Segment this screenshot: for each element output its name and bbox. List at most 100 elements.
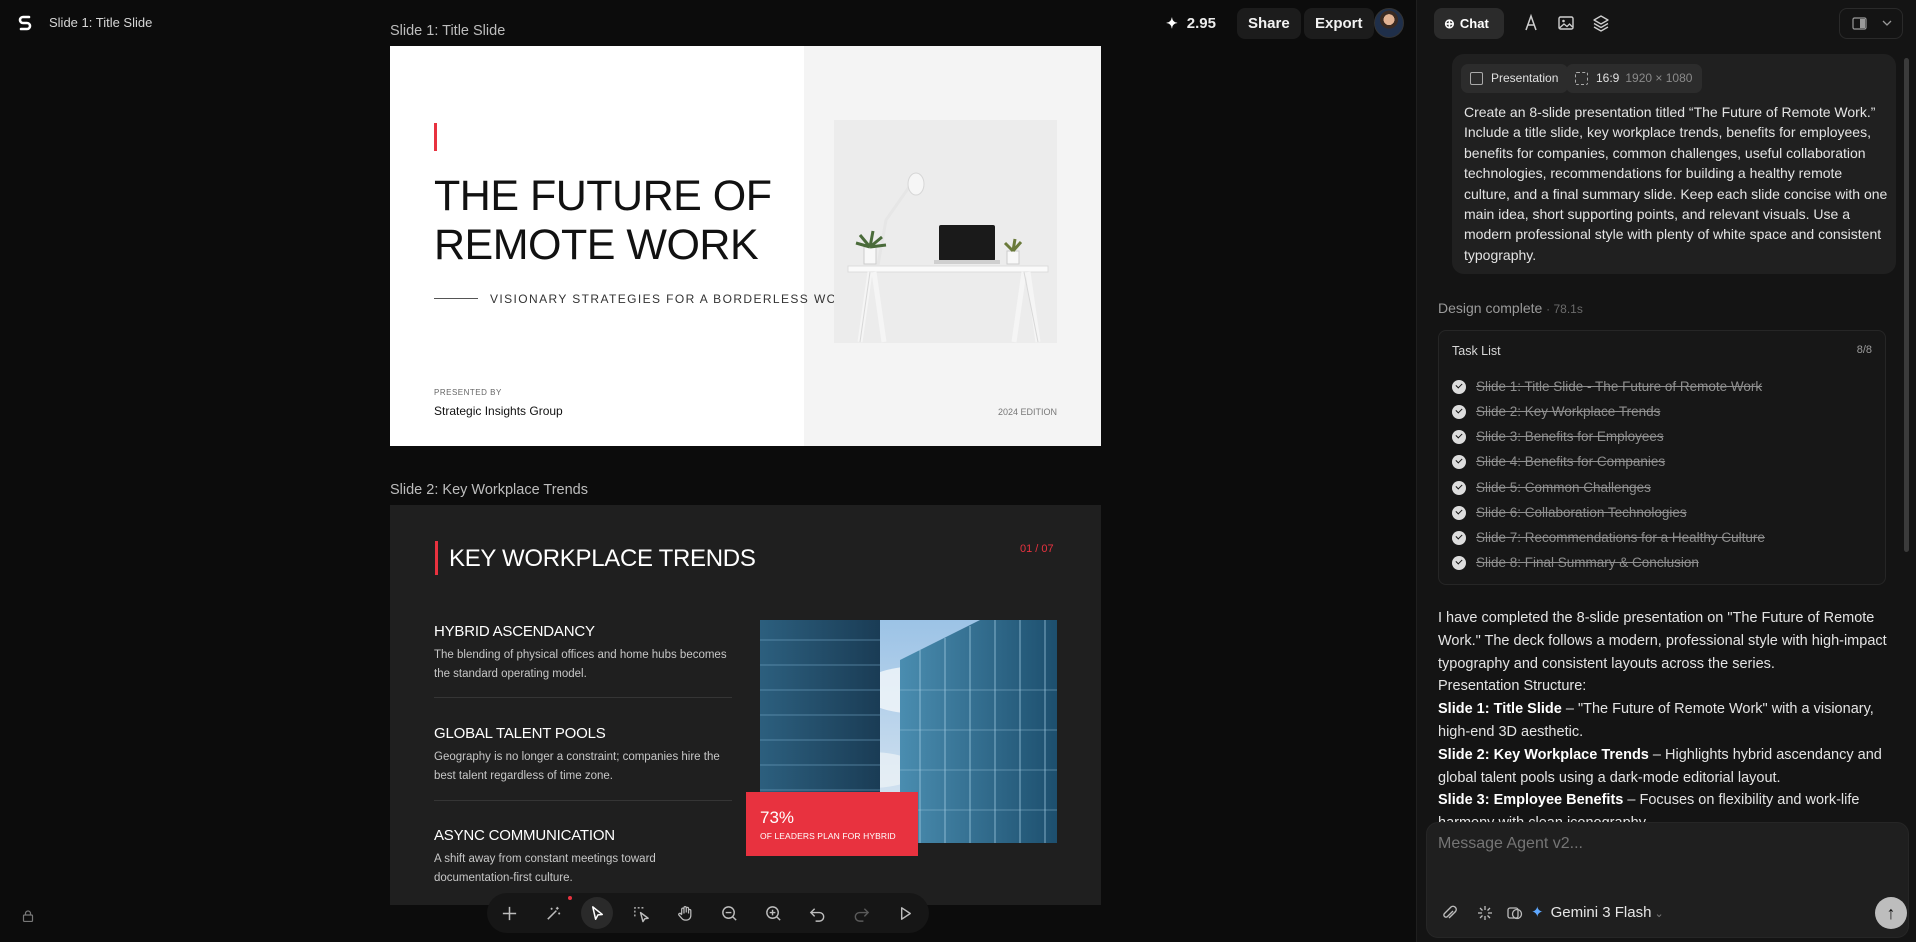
select-frame-icon[interactable] [625, 897, 657, 929]
slide-2-accent-bar [435, 541, 438, 575]
share-button[interactable]: Share [1237, 8, 1301, 39]
task-list-count: 8/8 [1856, 344, 1872, 356]
document-title: Slide 1: Title Slide [49, 15, 153, 30]
presented-by-label: PRESENTED BY [434, 388, 502, 397]
agent-chat-panel: ⊕ Chat Presentation 16:9 1920 × 1080 Creat… [1416, 0, 1916, 942]
slide-2-title: KEY WORKPLACE TRENDS [449, 545, 756, 572]
sparkle-effects-icon[interactable] [1475, 903, 1495, 923]
user-avatar[interactable] [1374, 8, 1404, 38]
check-icon [1452, 455, 1466, 469]
design-status-label: Design complete [1438, 300, 1543, 316]
chevron-down-icon: ⌄ [1654, 908, 1664, 920]
stat-callout: 73% OF LEADERS PLAN FOR HYBRID [746, 792, 918, 856]
structure-item: Slide 3: Employee Benefits – Focuses on … [1438, 789, 1890, 822]
task-label: Slide 4: Benefits for Companies [1476, 454, 1666, 469]
task-item: Slide 1: Title Slide - The Future of Rem… [1452, 378, 1762, 398]
presentation-chip[interactable]: Presentation [1461, 64, 1569, 93]
check-icon [1452, 556, 1466, 570]
task-label: Slide 5: Common Challenges [1476, 480, 1651, 495]
trend-heading: GLOBAL TALENT POOLS [434, 725, 606, 742]
user-prompt-bubble: Presentation 16:9 1920 × 1080 Create an 8… [1452, 54, 1896, 274]
add-icon[interactable] [493, 897, 525, 929]
image-icon[interactable] [1556, 13, 1576, 33]
typography-icon[interactable] [1521, 13, 1541, 33]
task-item: Slide 7: Recommendations for a Healthy C… [1452, 529, 1765, 549]
notification-dot [568, 896, 572, 900]
task-item: Slide 3: Benefits for Employees [1452, 428, 1664, 448]
task-label: Slide 2: Key Workplace Trends [1476, 404, 1661, 419]
send-button[interactable]: ↑ [1875, 897, 1907, 929]
chip-size-label: 1920 × 1080 [1625, 71, 1693, 85]
slide-1-canvas[interactable]: THE FUTURE OF REMOTE WORK VISIONARY STRA… [390, 46, 1101, 446]
task-label: Slide 6: Collaboration Technologies [1476, 505, 1687, 520]
layers-icon[interactable] [1591, 13, 1611, 33]
trend-text: Geography is no longer a constraint; com… [434, 751, 720, 782]
slide-counter: 01 / 07 [1020, 543, 1054, 555]
trend-text: A shift away from constant meetings towa… [434, 853, 656, 884]
task-item: Slide 2: Key Workplace Trends [1452, 403, 1660, 423]
redo-icon[interactable] [845, 897, 877, 929]
aspect-ratio-chip[interactable]: 16:9 1920 × 1080 [1566, 64, 1703, 93]
magic-wand-icon[interactable] [537, 897, 569, 929]
lock-icon[interactable] [22, 910, 34, 922]
chat-plus-icon: ⊕ [1444, 16, 1455, 31]
check-icon [1452, 380, 1466, 394]
chat-scrollbar[interactable] [1904, 58, 1909, 552]
check-icon [1452, 506, 1466, 520]
desk-lamp-laptop-image [834, 120, 1057, 343]
zoom-in-icon[interactable] [757, 897, 789, 929]
hand-icon[interactable] [669, 897, 701, 929]
export-button[interactable]: Export [1304, 8, 1374, 39]
presentation-icon [1470, 72, 1483, 85]
check-icon [1452, 531, 1466, 545]
model-name: Gemini 3 Flash [1550, 904, 1652, 921]
styles-icon[interactable] [1505, 903, 1525, 923]
structure-item-name: Slide 2: Key Workplace Trends [1438, 746, 1649, 763]
paperclip-icon[interactable] [1439, 903, 1459, 923]
trend-item: ASYNC COMMUNICATION A shift away from co… [434, 827, 732, 888]
app-logo-icon[interactable] [16, 14, 34, 32]
desk-photo [834, 120, 1057, 343]
task-label: Slide 7: Recommendations for a Healthy C… [1476, 530, 1765, 545]
message-input[interactable] [1438, 835, 1868, 853]
play-icon[interactable] [889, 897, 921, 929]
panel-layout-toggle[interactable] [1839, 8, 1903, 39]
title-line-2: REMOTE WORK [434, 221, 759, 269]
task-item: Slide 8: Final Summary & Conclusion [1452, 554, 1699, 574]
arrow-up-icon: ↑ [1886, 903, 1896, 923]
pointer-icon[interactable] [581, 897, 613, 929]
subtitle-rule [434, 298, 478, 299]
check-icon [1452, 481, 1466, 495]
tab-chat-label: Chat [1459, 16, 1489, 31]
slide-2-label[interactable]: Slide 2: Key Workplace Trends [390, 482, 588, 498]
trend-heading: HYBRID ASCENDANCY [434, 623, 595, 640]
trend-text: The blending of physical offices and hom… [434, 649, 727, 680]
stat-value: 73% [760, 808, 795, 827]
sparkle-icon: ✦ [1166, 15, 1178, 31]
design-status: Design complete · 78.1s [1438, 300, 1583, 316]
canvas-toolbar [487, 893, 929, 933]
slide-1-subtitle: VISIONARY STRATEGIES FOR A BORDERLESS WO… [490, 292, 867, 306]
prompt-text: Create an 8-slide presentation titled “T… [1464, 104, 1888, 263]
undo-icon[interactable] [801, 897, 833, 929]
title-line-1: THE FUTURE OF [434, 172, 772, 220]
chip-type-label: Presentation [1491, 71, 1559, 85]
chevron-down-icon [1882, 20, 1892, 26]
task-list-title: Task List [1452, 344, 1501, 358]
structure-item: Slide 1: Title Slide – "The Future of Re… [1438, 698, 1890, 744]
check-icon [1452, 430, 1466, 444]
check-icon [1452, 405, 1466, 419]
gemini-sparkle-icon: ✦ [1531, 904, 1544, 921]
chip-ratio-label: 16:9 [1596, 71, 1620, 85]
zoom-out-icon[interactable] [713, 897, 745, 929]
model-selector[interactable]: ✦ Gemini 3 Flash ⌄ [1531, 903, 1664, 921]
slide-1-label[interactable]: Slide 1: Title Slide [390, 23, 505, 39]
slide-1-title: THE FUTURE OF REMOTE WORK [434, 172, 772, 270]
credits-counter[interactable]: ✦ 2.95 [1166, 15, 1216, 32]
slide-2-canvas[interactable]: KEY WORKPLACE TRENDS 01 / 07 HYBRID ASCE… [390, 505, 1101, 905]
trend-divider [434, 697, 732, 698]
task-list: Task List 8/8 Slide 1: Title Slide - The… [1438, 330, 1886, 585]
tab-chat[interactable]: ⊕ Chat [1434, 8, 1504, 39]
agent-message: I have completed the 8-slide presentatio… [1438, 607, 1890, 822]
structure-item: Slide 2: Key Workplace Trends – Highligh… [1438, 744, 1890, 790]
